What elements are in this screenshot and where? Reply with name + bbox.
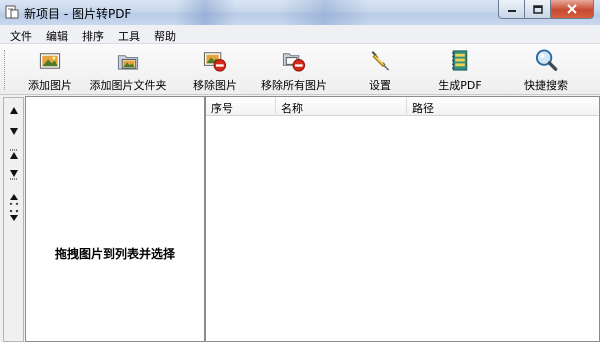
magnifier-icon	[535, 49, 558, 71]
list-header: 序号 名称 路径	[206, 97, 599, 116]
arrow-top-icon	[9, 149, 18, 159]
add-image-label: 添加图片	[28, 79, 72, 92]
maximize-button[interactable]	[525, 0, 551, 19]
remove-all-button[interactable]: 移除所有图片	[258, 47, 330, 93]
menu-sort[interactable]: 排序	[75, 25, 111, 43]
column-path[interactable]: 路径	[407, 97, 527, 116]
move-top-button[interactable]	[5, 146, 22, 163]
arrow-up-icon	[9, 106, 18, 114]
app-icon	[5, 5, 19, 19]
syringe-icon	[371, 51, 390, 71]
arrow-down-icon	[9, 127, 18, 135]
window-controls	[498, 0, 594, 19]
remove-image-label: 移除图片	[193, 79, 237, 92]
maximize-icon	[532, 4, 543, 14]
generate-pdf-button[interactable]: 生成PDF	[434, 47, 486, 93]
quick-search-label: 快捷搜索	[524, 79, 568, 92]
add-image-button[interactable]: 添加图片	[24, 47, 76, 93]
remove-all-label: 移除所有图片	[261, 79, 327, 92]
minimize-button[interactable]	[498, 0, 525, 19]
settings-button[interactable]: 设置	[360, 47, 400, 93]
sort-toolbar	[3, 97, 24, 342]
sort-up-icon	[9, 193, 18, 205]
toolbar: 添加图片 添加图片文件夹 移除图片 移除所有图片 设置 生成PDF 快捷搜索	[0, 44, 600, 95]
sort-descending-button[interactable]	[5, 207, 22, 224]
settings-label: 设置	[369, 79, 391, 92]
move-bottom-button[interactable]	[5, 165, 22, 182]
background-blur	[280, 0, 370, 25]
menu-tools[interactable]: 工具	[111, 25, 147, 43]
generate-pdf-label: 生成PDF	[438, 79, 482, 92]
remove-all-icon	[282, 53, 306, 72]
quick-search-button[interactable]: 快捷搜索	[518, 47, 574, 93]
close-icon	[567, 4, 577, 14]
image-list[interactable]: 序号 名称 路径	[205, 96, 600, 342]
sort-ascending-button[interactable]	[5, 190, 22, 207]
title-bar[interactable]: 新项目 - 图片转PDF	[0, 0, 600, 25]
add-folder-button[interactable]: 添加图片文件夹	[88, 47, 168, 93]
menu-edit[interactable]: 编辑	[39, 25, 75, 43]
close-button[interactable]	[551, 0, 594, 19]
window-title: 新项目 - 图片转PDF	[24, 7, 132, 21]
preview-panel[interactable]: 拖拽图片到列表并选择	[25, 96, 205, 342]
app-window: 新项目 - 图片转PDF 文件 编辑 排序 工具 帮助 添加图片 添加图片文件夹…	[0, 0, 600, 342]
remove-image-button[interactable]: 移除图片	[190, 47, 240, 93]
column-name[interactable]: 名称	[276, 97, 407, 116]
add-folder-label: 添加图片文件夹	[89, 79, 167, 92]
move-down-button[interactable]	[5, 122, 22, 139]
menu-bar: 文件 编辑 排序 工具 帮助	[0, 25, 600, 44]
arrow-bottom-icon	[9, 169, 18, 179]
toolbar-grip[interactable]	[4, 50, 7, 90]
move-up-button[interactable]	[5, 102, 22, 119]
image-remove-icon	[203, 52, 227, 72]
drop-hint: 拖拽图片到列表并选择	[54, 247, 175, 261]
folder-add-icon	[117, 55, 139, 70]
pdf-book-icon	[452, 50, 468, 71]
background-blur	[175, 0, 235, 25]
minimize-icon	[507, 10, 516, 12]
menu-help[interactable]: 帮助	[147, 25, 183, 43]
sort-down-icon	[9, 209, 18, 221]
menu-file[interactable]: 文件	[3, 25, 39, 43]
image-add-icon	[39, 53, 61, 69]
column-index[interactable]: 序号	[206, 97, 276, 116]
